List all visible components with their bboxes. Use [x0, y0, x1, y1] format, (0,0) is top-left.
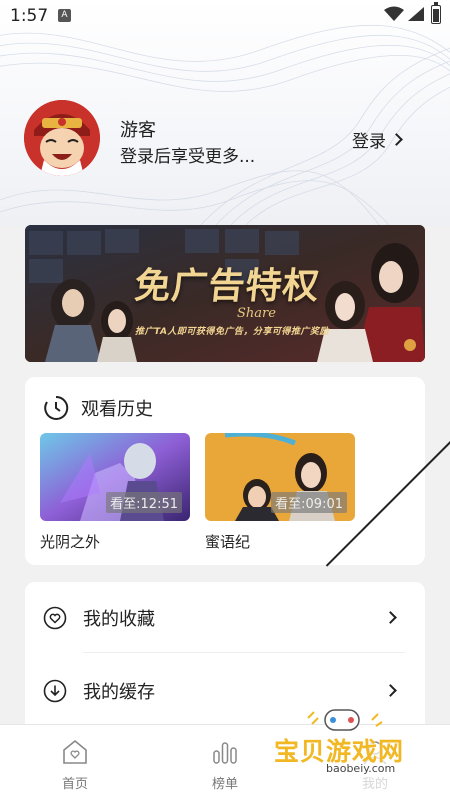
chevron-right-icon	[390, 133, 403, 146]
chevron-right-icon	[384, 611, 397, 624]
download-icon	[43, 679, 67, 703]
tab-label: 榜单	[211, 777, 238, 792]
user-name: 游客	[120, 120, 156, 141]
ad-free-banner[interactable]: 免广告特权 Share 推广TA人即可获得免广告，分享可得推广奖励	[25, 225, 425, 362]
avatar[interactable]	[24, 100, 100, 176]
history-item-title[interactable]: 蜜语纪	[205, 531, 250, 552]
watch-progress: 看至:12:51	[106, 492, 182, 513]
status-bar: 1:57 A	[0, 0, 450, 32]
status-time: 1:57	[10, 6, 49, 26]
menu-item-label: 我的收藏	[83, 609, 155, 630]
tab-home[interactable]: 首页	[45, 739, 105, 792]
watch-progress: 看至:09:01	[271, 492, 347, 513]
watch-history-title: 观看历史	[81, 399, 153, 420]
home-icon	[63, 739, 87, 764]
watch-history-header[interactable]: 观看历史	[43, 395, 153, 421]
chevron-right-icon	[384, 684, 397, 697]
heart-icon	[43, 606, 67, 630]
signal-icon	[408, 7, 424, 21]
watermark-url: baobeiy.com	[326, 762, 396, 775]
banner-description: 推广TA人即可获得免广告，分享可得推广奖励	[135, 327, 329, 337]
avatar-image	[24, 100, 100, 176]
battery-icon	[431, 2, 441, 24]
login-button[interactable]: 登录	[352, 127, 403, 152]
history-clock-icon	[44, 395, 69, 420]
history-item-thumbnail[interactable]: 看至:09:01	[205, 433, 355, 521]
menu-item-label: 我的缓存	[83, 682, 155, 703]
notification-app-icon: A	[58, 9, 71, 22]
wifi-icon	[384, 6, 404, 21]
banner-title: 免广告特权	[132, 265, 322, 307]
history-item-title[interactable]: 光阴之外	[40, 531, 100, 552]
divider	[83, 652, 405, 653]
history-item-thumbnail[interactable]: 看至:12:51	[40, 433, 190, 521]
login-hint: 登录后享受更多...	[120, 147, 256, 167]
ranking-bars-icon	[213, 742, 237, 764]
tab-label: 首页	[61, 777, 88, 792]
site-watermark: 宝贝游戏网 baobeiy.com	[268, 706, 438, 796]
tab-ranking[interactable]: 榜单	[195, 739, 255, 792]
login-label: 登录	[352, 132, 386, 152]
banner-subtitle: Share	[237, 306, 276, 321]
watch-history-card: 观看历史 看至:12:51 光阴之外 看至:09:01 蜜语纪	[25, 377, 450, 567]
menu-item-favorites[interactable]: 我的收藏	[43, 588, 407, 648]
